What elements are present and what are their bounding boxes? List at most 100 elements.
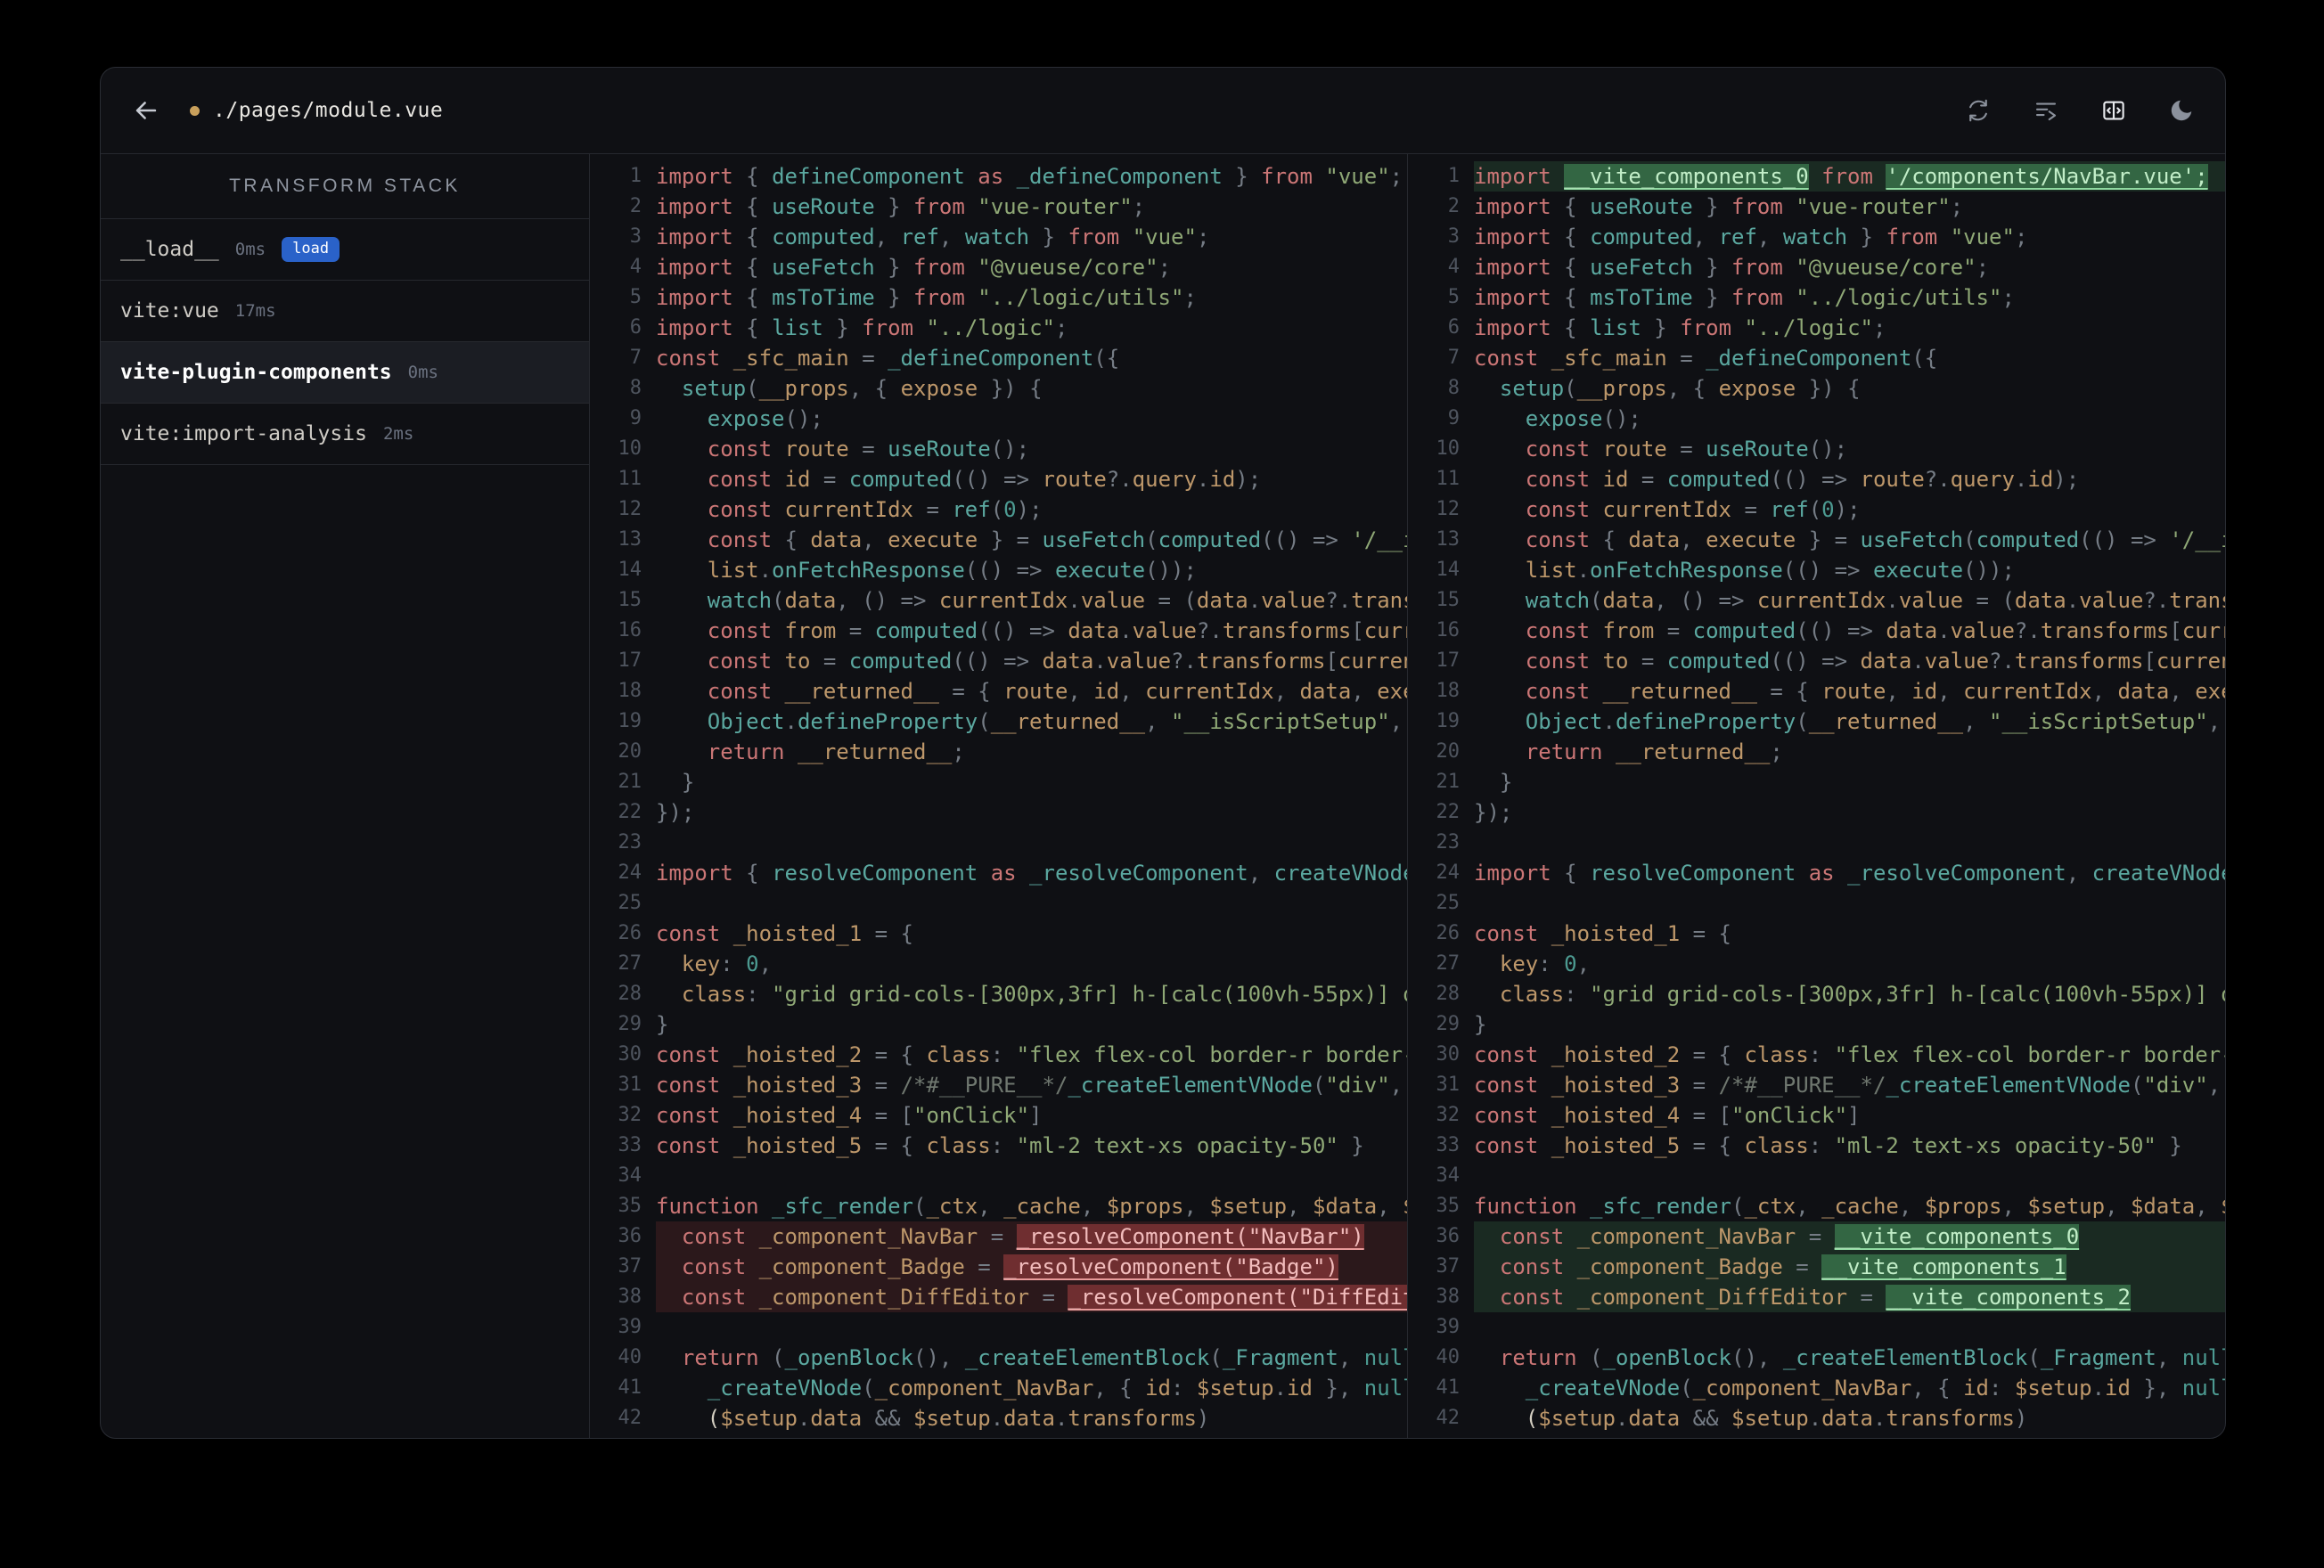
code-line: 37 const _component_Badge = _resolveComp… bbox=[590, 1252, 1407, 1282]
moon-icon bbox=[2168, 97, 2195, 124]
code-line: 5 import { msToTime } from "../logic/util… bbox=[1408, 282, 2225, 313]
line-number: 1 bbox=[629, 165, 642, 187]
content: TRANSFORM STACK __load__ 0ms load vite:v… bbox=[101, 154, 2225, 1438]
code-line: 36 const _component_NavBar = _resolveCom… bbox=[590, 1221, 1407, 1252]
line-number: 29 bbox=[1436, 1013, 1461, 1035]
code-line: 41 _createVNode(_component_NavBar, { id:… bbox=[1408, 1373, 2226, 1403]
line-number: 23 bbox=[1436, 831, 1461, 853]
code-line: 13 const { data, execute } = useFetch(co… bbox=[590, 525, 1408, 555]
line-number: 6 bbox=[629, 316, 642, 339]
line-number: 20 bbox=[1436, 740, 1461, 763]
line-number: 13 bbox=[618, 528, 642, 551]
code-line: 25 bbox=[1408, 888, 2225, 919]
line-number: 5 bbox=[1447, 286, 1460, 308]
refresh-button[interactable] bbox=[1965, 97, 1992, 124]
code-line: 10 const route = useRoute(); bbox=[1408, 434, 2225, 464]
stack-item-vite-import-analysis[interactable]: vite:import-analysis 2ms bbox=[101, 404, 589, 465]
line-number: 28 bbox=[618, 983, 642, 1005]
code-text: class: "grid grid-cols-[300px,3fr] h-[ca… bbox=[681, 982, 1407, 1007]
code-text: import { computed, ref, watch } from "vu… bbox=[656, 225, 1210, 249]
line-number: 22 bbox=[618, 801, 642, 823]
code-text: const _sfc_main = _defineComponent({ bbox=[656, 346, 1120, 371]
code-line: 5 import { msToTime } from "../logic/util… bbox=[590, 282, 1407, 313]
back-button[interactable] bbox=[131, 95, 161, 126]
code-text: import { useFetch } from "@vueuse/core"; bbox=[1474, 255, 1990, 280]
code-line: 22}); bbox=[1408, 797, 2225, 828]
code-line: 8 setup(__props, { expose }) { bbox=[1408, 373, 2225, 404]
diff-panel-before[interactable]: 1 import { defineComponent as _defineComp… bbox=[590, 154, 1407, 1438]
code-line: 11 const id = computed(() => route?.quer… bbox=[1408, 464, 2225, 494]
line-number: 21 bbox=[618, 771, 642, 793]
code-line: 2 import { useRoute } from "vue-router"; bbox=[590, 192, 1407, 222]
code-text: Object.defineProperty(__returned__, "__i… bbox=[1525, 709, 2222, 734]
code-line: 33 const _hoisted_5 = { class: "ml-2 text… bbox=[590, 1131, 1407, 1161]
code-line: 31 const _hoisted_3 = /*#__PURE__*/_creat… bbox=[590, 1070, 1407, 1100]
code-line: 16 const from = computed(() => data.valu… bbox=[590, 616, 1408, 646]
code-text: const _sfc_main = _defineComponent({ bbox=[1474, 346, 1938, 371]
side-by-side-diff-button[interactable] bbox=[2100, 97, 2127, 124]
module-title: ./pages/module.vue bbox=[190, 99, 443, 122]
code-line: 42 ($setup.data && $setup.data.transform… bbox=[590, 1403, 1407, 1433]
code-line: 21 } bbox=[1408, 767, 2225, 797]
code-line: 33 const _hoisted_5 = { class: "ml-2 text… bbox=[1408, 1131, 2225, 1161]
code-text: watch(data, () => currentIdx.value = (da… bbox=[1525, 588, 2225, 613]
code-line: 9 expose(); bbox=[1408, 404, 2225, 434]
line-number: 24 bbox=[618, 862, 642, 884]
stack-item-load[interactable]: __load__ 0ms load bbox=[101, 219, 589, 281]
line-number: 33 bbox=[618, 1134, 642, 1156]
line-number: 42 bbox=[1436, 1407, 1461, 1429]
code-line: 14 list.onFetchResponse(() => execute())… bbox=[1408, 555, 2225, 585]
code-text: _createVNode(_component_NavBar, { id: $s… bbox=[707, 1376, 1407, 1401]
inspect-window: ./pages/module.vue TRANSFORM STACK __loa… bbox=[100, 67, 2226, 1439]
line-number: 38 bbox=[618, 1286, 642, 1308]
code-text: const _hoisted_5 = { class: "ml-2 text-x… bbox=[656, 1133, 1364, 1158]
code-line: 18 const __returned__ = { route, id, cur… bbox=[1408, 676, 2226, 706]
code-text: const id = computed(() => route?.query.i… bbox=[707, 467, 1262, 492]
code-text: return __returned__; bbox=[707, 739, 965, 764]
code-line: 35 function _sfc_render(_ctx, _cache, $pr… bbox=[590, 1191, 1408, 1221]
line-number: 11 bbox=[618, 468, 642, 490]
line-number: 40 bbox=[618, 1346, 642, 1368]
code-text: const to = computed(() => data.value?.tr… bbox=[1525, 649, 2225, 674]
code-text: _createVNode(_component_NavBar, { id: $s… bbox=[1525, 1376, 2225, 1401]
line-number: 12 bbox=[1436, 498, 1461, 520]
line-number: 10 bbox=[1436, 437, 1461, 460]
code-text: const currentIdx = ref(0); bbox=[707, 497, 1043, 522]
line-number: 41 bbox=[1436, 1376, 1461, 1399]
code-line: 20 return __returned__; bbox=[1408, 737, 2225, 767]
line-number: 2 bbox=[1447, 195, 1460, 217]
code-line: 1 import __vite_components_0 from '/compo… bbox=[1408, 161, 2225, 192]
line-number: 42 bbox=[618, 1407, 642, 1429]
code-text: list.onFetchResponse(() => execute()); bbox=[1525, 558, 2015, 583]
code-text: Object.defineProperty(__returned__, "__i… bbox=[707, 709, 1403, 734]
line-number: 39 bbox=[1436, 1316, 1461, 1338]
code-text: const _hoisted_4 = ["onClick"] bbox=[1474, 1103, 1861, 1128]
diff-panel-after[interactable]: 1 import __vite_components_0 from '/compo… bbox=[1407, 154, 2225, 1438]
stack-item-vite-vue[interactable]: vite:vue 17ms bbox=[101, 281, 589, 342]
line-number: 36 bbox=[618, 1225, 642, 1247]
plugin-name: vite-plugin-components bbox=[120, 361, 392, 384]
code-text: const __returned__ = { route, id, curren… bbox=[707, 679, 1407, 704]
code-line: 27 key: 0, bbox=[590, 949, 1407, 979]
line-number: 18 bbox=[618, 680, 642, 702]
line-number: 37 bbox=[1436, 1255, 1461, 1278]
line-number: 31 bbox=[1436, 1074, 1461, 1096]
code-line: 32 const _hoisted_4 = ["onClick"] bbox=[1408, 1100, 2225, 1131]
toggle-one-column-button[interactable] bbox=[2033, 97, 2059, 124]
dark-mode-button[interactable] bbox=[2168, 97, 2195, 124]
code-text: list.onFetchResponse(() => execute()); bbox=[707, 558, 1197, 583]
code-line: 4 import { useFetch } from "@vueuse/core"… bbox=[1408, 252, 2225, 282]
code-text: }); bbox=[1474, 800, 1513, 825]
line-number: 30 bbox=[1436, 1043, 1461, 1066]
line-number: 25 bbox=[618, 892, 642, 914]
code-line: 38 const _component_DiffEditor = _resolv… bbox=[590, 1282, 1407, 1312]
line-number: 2 bbox=[629, 195, 642, 217]
line-number: 14 bbox=[1436, 559, 1461, 581]
code-line: 1 import { defineComponent as _defineComp… bbox=[590, 161, 1407, 192]
code-line: 35 function _sfc_render(_ctx, _cache, $pr… bbox=[1408, 1191, 2226, 1221]
stack-item-vite-plugin-components[interactable]: vite-plugin-components 0ms bbox=[101, 342, 589, 404]
code-text: setup(__props, { expose }) { bbox=[1499, 376, 1861, 401]
line-number: 35 bbox=[1436, 1195, 1461, 1217]
